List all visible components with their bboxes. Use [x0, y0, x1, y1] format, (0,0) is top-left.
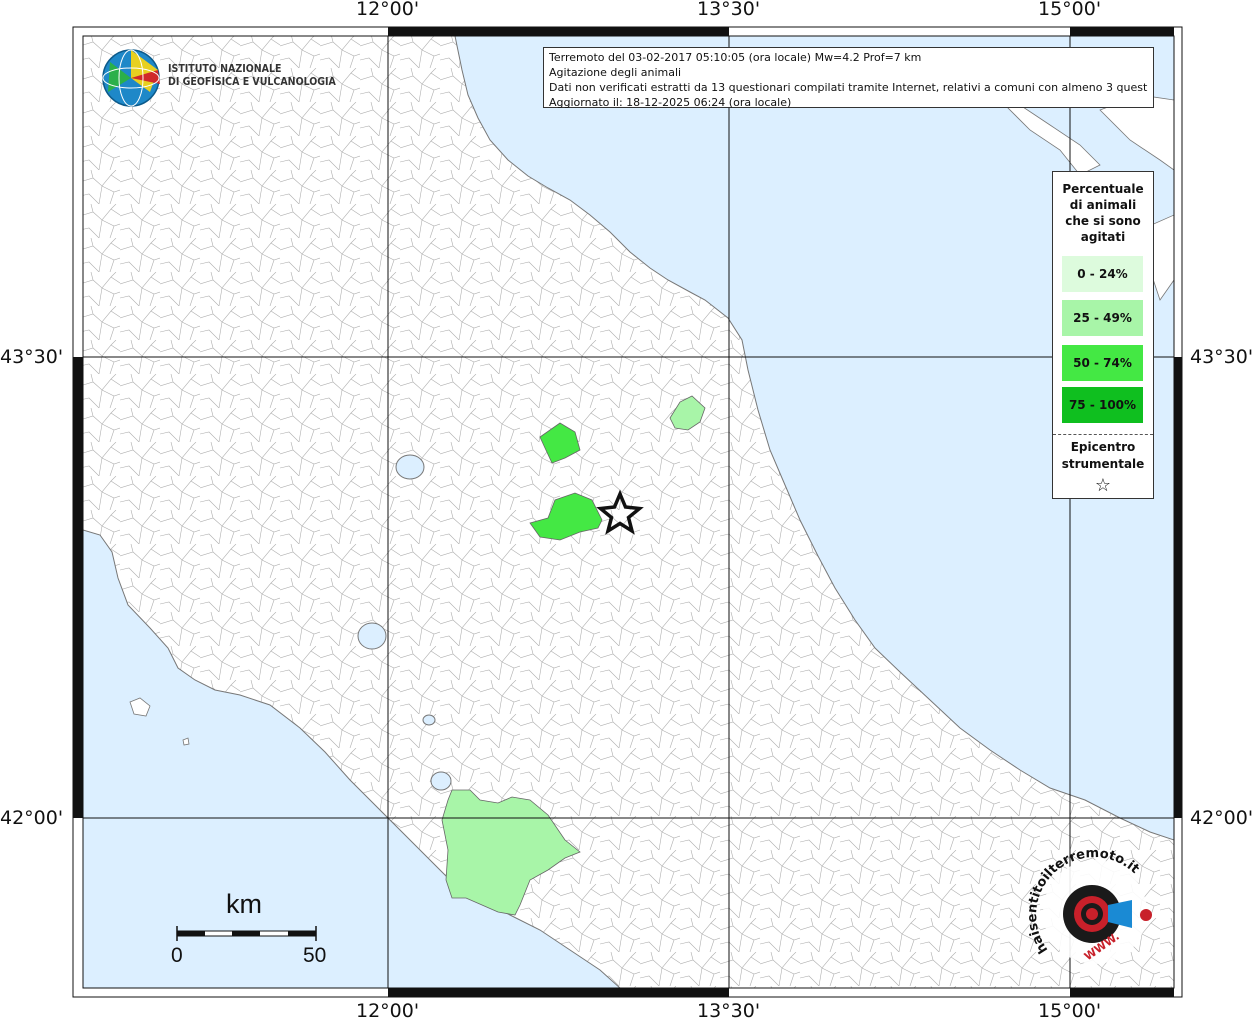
ingv-logo-line1: ISTITUTO NAZIONALE: [168, 63, 282, 75]
update-time: Aggiornato il: 18-12-2025 06:24 (ora loc…: [549, 96, 792, 109]
lon-label-top-1: 12°00': [356, 0, 420, 20]
scale-right-label: 50: [303, 944, 327, 967]
legend-epicenter-label: Epicentro strumentale: [1053, 439, 1153, 473]
lon-label-bottom-1: 12°00': [356, 1000, 420, 1022]
legend-epicenter-line1: Epicentro: [1070, 440, 1136, 454]
event-title: Terremoto del 03-02-2017 05:10:05 (ora l…: [549, 51, 922, 64]
lon-label-bottom-3: 15°00': [1038, 1000, 1102, 1022]
legend-title-line3: che si sono: [1065, 214, 1141, 228]
scale-unit: km: [226, 889, 262, 919]
lake-vico: [422, 714, 436, 726]
legend-class-0-24: 0 - 24%: [1062, 256, 1143, 292]
lake-bolsena: [357, 622, 387, 650]
lat-label-right-1: 43°30': [1190, 346, 1254, 368]
legend-epicenter-line2: strumentale: [1061, 457, 1145, 471]
legend-title-line1: Percentuale: [1062, 182, 1144, 196]
lake-trasimeno: [395, 454, 425, 480]
lon-label-top-3: 15°00': [1038, 0, 1102, 20]
lon-label-top-2: 13°30': [697, 0, 761, 20]
legend-class-75-100: 75 - 100%: [1062, 387, 1143, 423]
map-canvas: haisentitoilterremoto.it: [72, 26, 1183, 998]
lat-label-left-1: 43°30': [0, 346, 64, 368]
lake-bracciano: [430, 771, 452, 791]
legend-class-25-49: 25 - 49%: [1062, 300, 1143, 336]
legend-title: Percentuale di animali che si sono agita…: [1053, 181, 1153, 245]
lat-label-right-2: 42°00': [1190, 807, 1254, 829]
legend: Percentuale di animali che si sono agita…: [1052, 171, 1154, 499]
lon-label-bottom-2: 13°30': [697, 1000, 761, 1022]
ingv-logo-line2: DI GEOFISICA E VULCANOLOGIA: [168, 76, 336, 88]
legend-separator: [1053, 434, 1153, 435]
data-note: Dati non verificati estratti da 13 quest…: [549, 81, 1148, 94]
legend-star-icon: ☆: [1094, 475, 1112, 496]
legend-title-line4: agitati: [1080, 230, 1126, 244]
scale-left-label: 0: [171, 944, 183, 967]
lat-label-left-2: 42°00': [0, 807, 64, 829]
ingv-logo-icon: [102, 49, 160, 107]
event-info-box: Terremoto del 03-02-2017 05:10:05 (ora l…: [543, 47, 1154, 109]
legend-title-line2: di animali: [1069, 198, 1137, 212]
legend-class-50-74: 50 - 74%: [1062, 345, 1143, 381]
map-subject: Agitazione degli animali: [549, 66, 682, 79]
ingv-logo-text: ISTITUTO NAZIONALE DI GEOFISICA E VULCAN…: [168, 63, 336, 89]
